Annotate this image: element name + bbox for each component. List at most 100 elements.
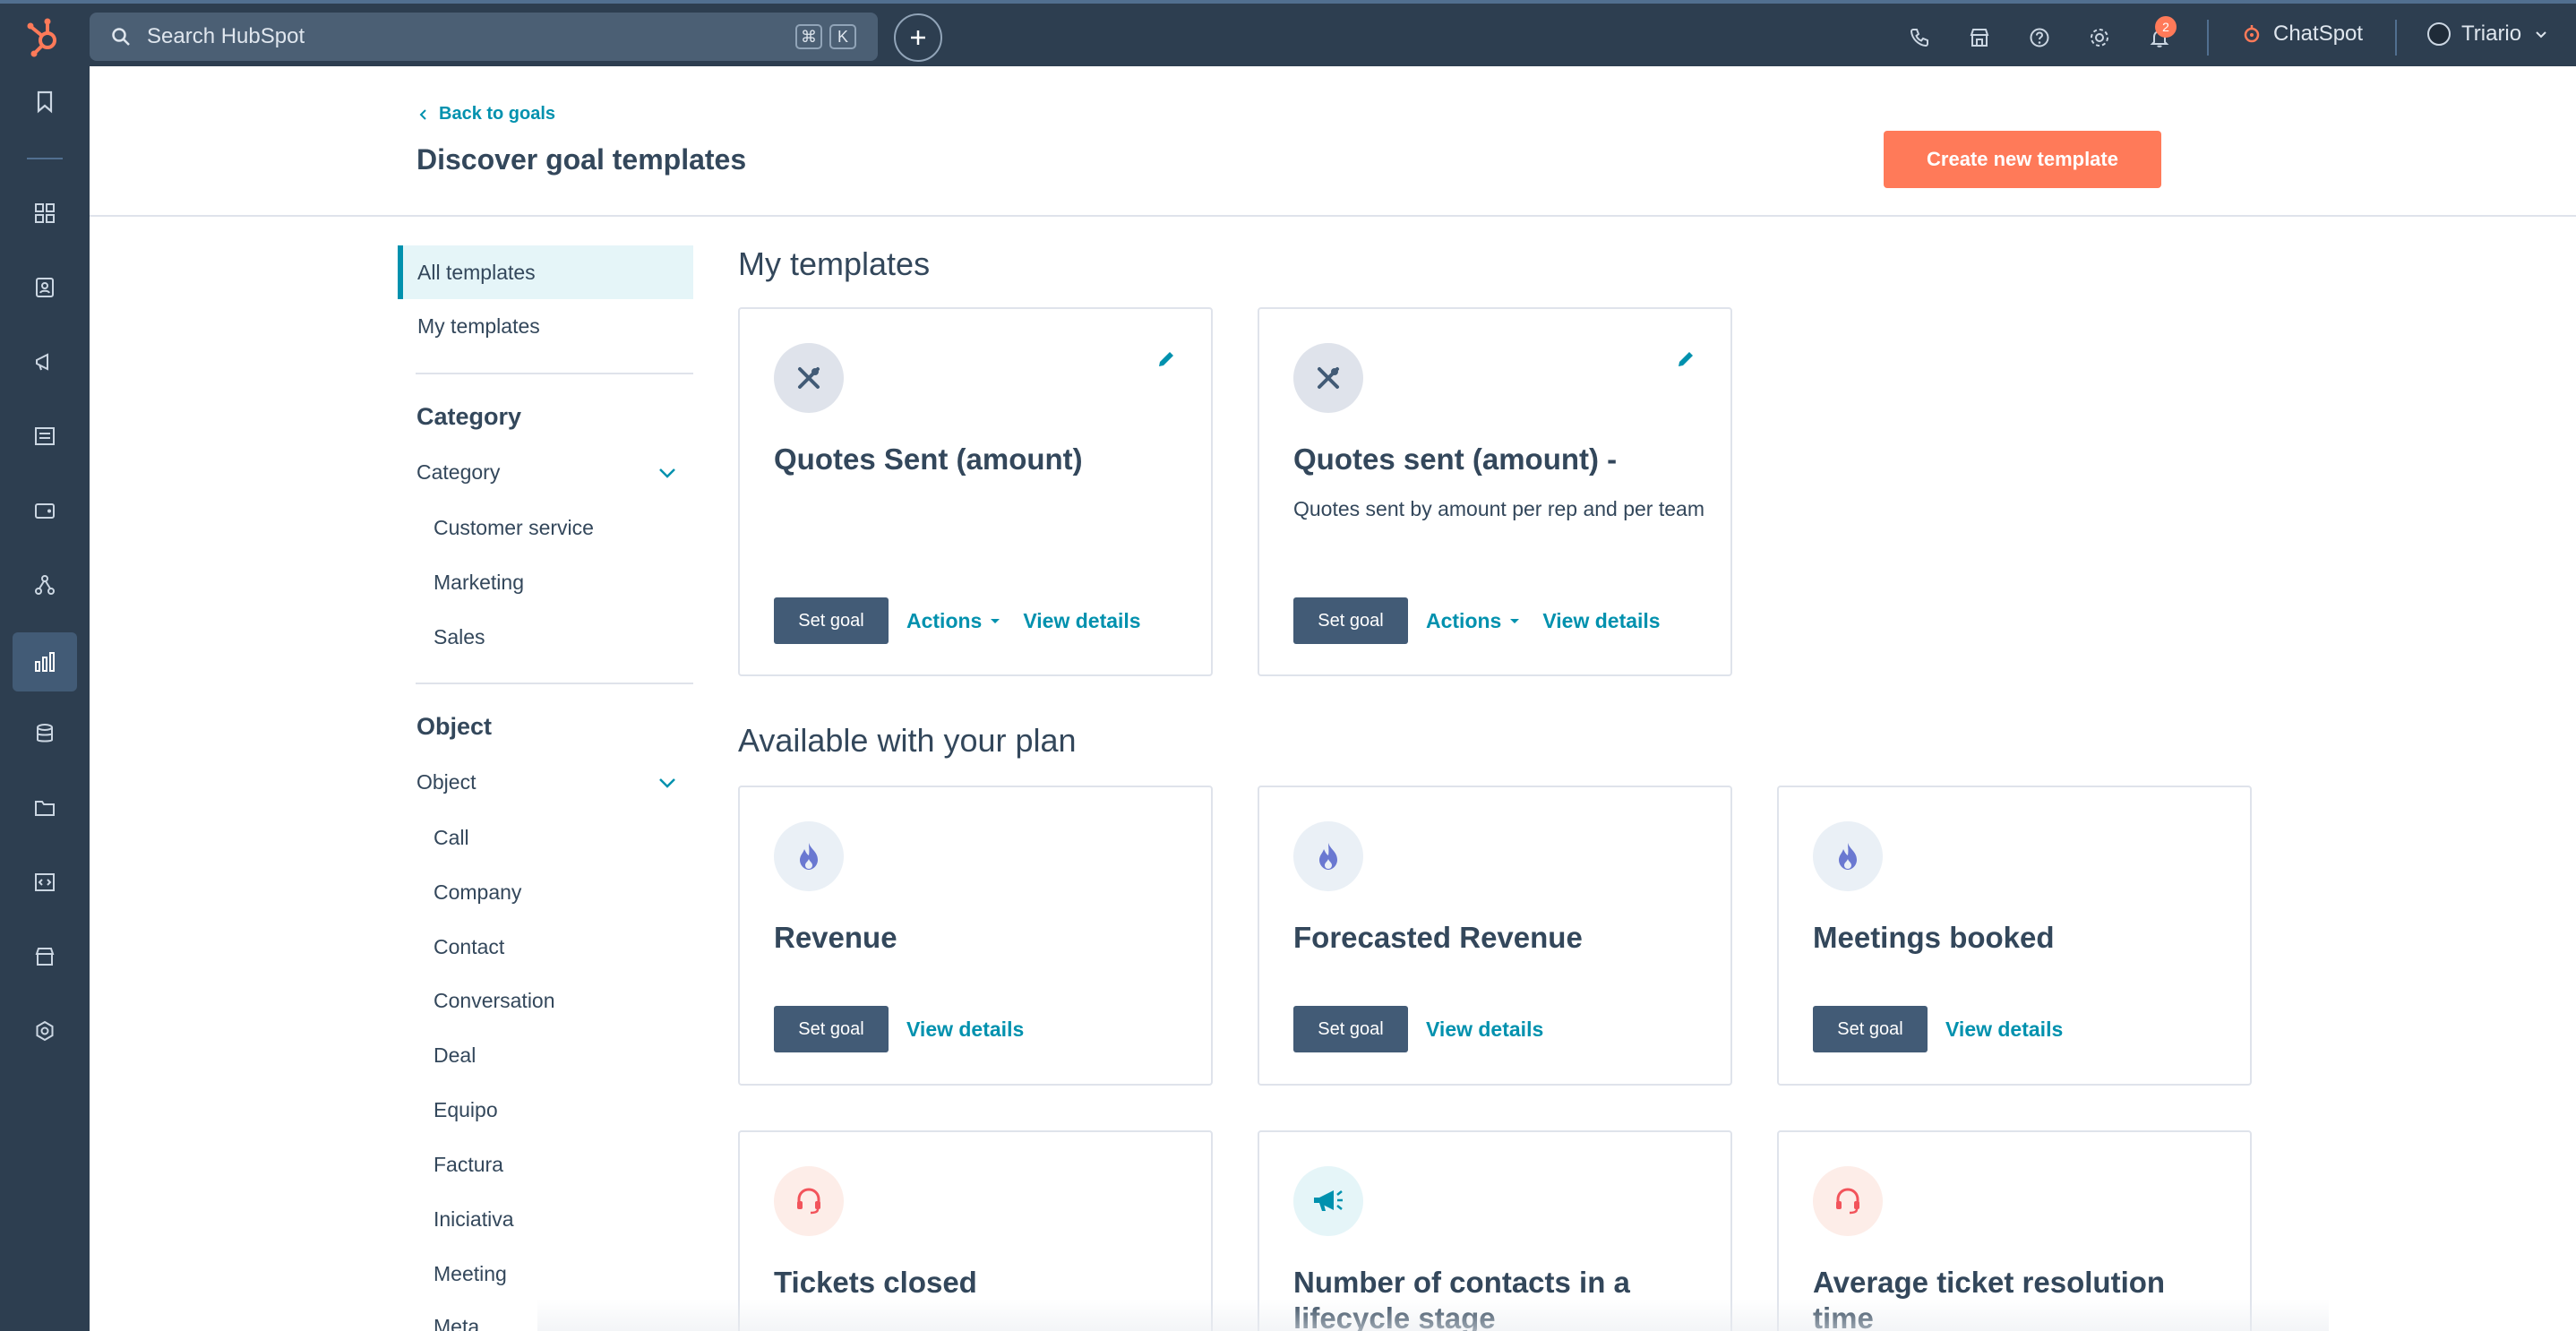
nav-workspaces[interactable]	[21, 190, 68, 236]
topbar-divider	[2395, 20, 2397, 56]
template-actions-row: Set goal Actions View details	[774, 597, 1141, 644]
nav-library[interactable]	[21, 785, 68, 831]
fire-icon	[1319, 843, 1337, 870]
object-option-meeting[interactable]: Meeting	[434, 1262, 507, 1286]
category-option-marketing[interactable]: Marketing	[434, 571, 524, 595]
nav-marketing[interactable]	[21, 339, 68, 385]
chatspot-button[interactable]: ChatSpot	[2241, 21, 2363, 47]
template-title: Quotes Sent (amount)	[774, 442, 1083, 476]
set-goal-button[interactable]: Set goal	[774, 597, 889, 644]
filter-my-templates[interactable]: My templates	[398, 299, 693, 353]
actions-dropdown[interactable]: Actions	[1426, 609, 1521, 633]
view-details-link[interactable]: View details	[1426, 1018, 1543, 1042]
category-option-customer-service[interactable]: Customer service	[434, 516, 594, 540]
caret-down-icon	[1510, 619, 1520, 623]
template-actions-row: Set goal View details	[1293, 1006, 1543, 1052]
object-option-conversation[interactable]: Conversation	[434, 989, 555, 1013]
set-goal-button[interactable]: Set goal	[774, 1006, 889, 1052]
marketplace-button[interactable]	[1962, 20, 1997, 56]
object-option-factura[interactable]: Factura	[434, 1153, 503, 1177]
template-icon-circle	[774, 1166, 844, 1236]
template-icon-circle	[774, 821, 844, 891]
object-dropdown[interactable]: Object	[416, 770, 676, 794]
object-option-iniciativa[interactable]: Iniciativa	[434, 1207, 513, 1232]
nav-commerce[interactable]	[21, 487, 68, 534]
object-option-meta[interactable]: Meta	[434, 1315, 479, 1331]
settings-icon	[2091, 29, 2108, 47]
account-name: Triario	[2461, 21, 2522, 46]
category-dropdown-label: Category	[416, 460, 501, 484]
set-goal-button[interactable]: Set goal	[1293, 597, 1408, 644]
notification-count-badge: 2	[2155, 16, 2177, 38]
tools-icon	[798, 367, 820, 389]
page-header	[90, 66, 2576, 217]
content-icon	[35, 427, 55, 445]
view-details-link[interactable]: View details	[1945, 1018, 2063, 1042]
global-search-bar[interactable]: Search HubSpot ⌘ K	[90, 13, 878, 61]
nav-bookmarks[interactable]	[21, 79, 68, 125]
nav-automation[interactable]	[21, 562, 68, 608]
set-goal-button[interactable]: Set goal	[1293, 1006, 1408, 1052]
contacts-icon	[36, 278, 54, 297]
category-dropdown[interactable]: Category	[416, 460, 676, 485]
template-actions-row: Set goal Actions View details	[1293, 597, 1661, 644]
avatar	[2427, 22, 2451, 46]
object-option-deal[interactable]: Deal	[434, 1043, 476, 1068]
fire-icon	[800, 843, 818, 870]
category-option-sales[interactable]: Sales	[434, 625, 485, 649]
shortcut-k-key: K	[829, 24, 856, 49]
object-option-contact[interactable]: Contact	[434, 935, 504, 959]
edit-template-button[interactable]	[1155, 348, 1177, 374]
object-option-equipo[interactable]: Equipo	[434, 1098, 498, 1122]
create-plus-button[interactable]	[894, 13, 942, 62]
create-new-template-button[interactable]: Create new template	[1884, 131, 2161, 188]
top-navigation-bar: Search HubSpot ⌘ K 2 ChatSpot Triario	[0, 0, 2576, 66]
library-icon	[35, 801, 55, 816]
back-to-goals-link[interactable]: Back to goals	[417, 104, 555, 125]
bookmark-icon	[37, 90, 53, 114]
plus-icon	[911, 30, 925, 45]
account-menu[interactable]: Triario	[2427, 21, 2548, 47]
developer-icon	[35, 873, 55, 891]
nav-settings[interactable]	[21, 1008, 68, 1054]
filter-divider	[416, 373, 693, 374]
help-button[interactable]	[2022, 20, 2057, 56]
view-details-link[interactable]: View details	[906, 1018, 1024, 1042]
actions-label: Actions	[906, 608, 983, 632]
set-goal-button[interactable]: Set goal	[1813, 1006, 1928, 1052]
filter-all-templates[interactable]: All templates	[398, 245, 693, 299]
object-option-company[interactable]: Company	[434, 880, 521, 905]
template-icon-circle	[1813, 821, 1883, 891]
chevron-down-icon	[659, 468, 675, 478]
template-card: Forecasted Revenue Set goal View details	[1258, 786, 1732, 1086]
chatspot-icon	[2244, 25, 2260, 43]
nav-content[interactable]	[21, 413, 68, 459]
object-dropdown-label: Object	[416, 770, 477, 794]
nav-marketplace[interactable]	[21, 933, 68, 980]
calling-button[interactable]	[1902, 20, 1937, 56]
nav-reporting[interactable]	[13, 632, 77, 691]
nav-data-management[interactable]	[21, 710, 68, 757]
view-details-link[interactable]: View details	[1023, 609, 1140, 633]
template-title: Meetings booked	[1813, 921, 2055, 954]
template-icon-circle	[1293, 821, 1363, 891]
reporting-icon	[35, 652, 55, 672]
hubspot-logo[interactable]	[20, 13, 68, 61]
my-templates-heading: My templates	[738, 245, 931, 282]
object-option-call[interactable]: Call	[434, 826, 469, 850]
marketplace-icon	[1970, 29, 1989, 47]
template-title: Tickets closed	[774, 1266, 977, 1299]
data-icon	[37, 724, 53, 743]
settings-button[interactable]	[2082, 20, 2117, 56]
automation-icon	[35, 575, 55, 595]
search-icon	[112, 28, 130, 46]
pencil-icon	[1159, 352, 1173, 366]
actions-dropdown[interactable]: Actions	[906, 609, 1001, 633]
view-details-link[interactable]: View details	[1542, 609, 1660, 633]
nav-crm[interactable]	[21, 264, 68, 311]
template-title: Revenue	[774, 921, 897, 954]
app-root: Search HubSpot ⌘ K 2 ChatSpot Triario Ba…	[0, 0, 2576, 1331]
category-heading: Category	[416, 403, 522, 430]
nav-development[interactable]	[21, 859, 68, 906]
edit-template-button[interactable]	[1675, 348, 1696, 374]
